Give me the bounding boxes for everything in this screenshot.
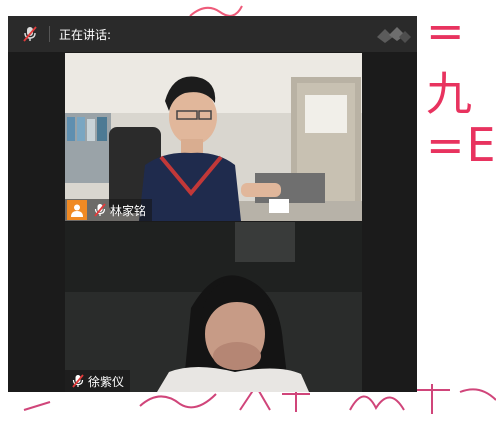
user-avatar-icon — [67, 200, 87, 220]
speaking-label: 正在讲话: — [59, 27, 112, 42]
participant-name-bar: 徐紫仪 — [65, 370, 131, 392]
mic-muted-icon — [92, 202, 108, 218]
meeting-floating-window[interactable]: 正在讲话: 林家铭 徐紫仪 — [8, 16, 417, 392]
participant-video-feed — [65, 222, 362, 392]
participant-name: 林家铭 — [110, 203, 147, 218]
divider — [49, 26, 50, 42]
participant-video-feed — [65, 53, 362, 221]
mic-muted-icon[interactable] — [20, 24, 40, 44]
title-bar[interactable]: 正在讲话: — [8, 16, 417, 52]
participant-name-bar: 林家铭 — [65, 199, 153, 221]
whiteboard-equation: =E — [426, 118, 496, 172]
app-logo-icon — [375, 25, 411, 43]
participant-name: 徐紫仪 — [88, 374, 125, 389]
mic-muted-icon — [70, 373, 86, 389]
whiteboard-equation: =九 — [426, 4, 474, 121]
video-tile[interactable]: 林家铭 — [65, 53, 362, 221]
video-tile[interactable]: 徐紫仪 — [65, 222, 362, 392]
